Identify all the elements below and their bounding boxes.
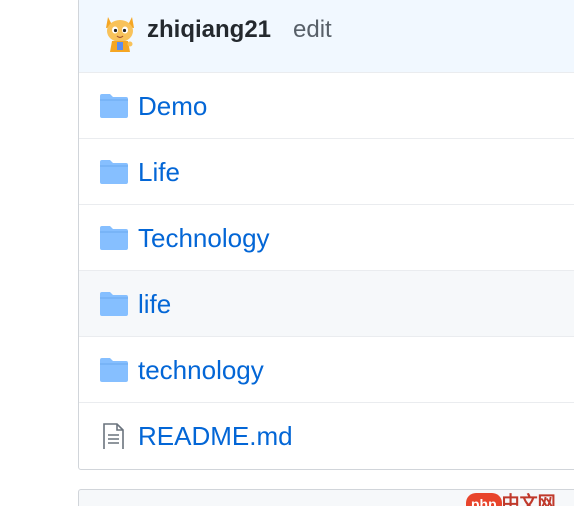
file-listing: zhiqiang21 edit Demo Life Technology lif… [78,0,574,470]
file-row-demo[interactable]: Demo [79,72,574,138]
folder-icon [100,358,128,382]
site-watermark: php 中文网 [466,492,574,506]
file-name-link[interactable]: README.md [138,420,293,452]
folder-icon [100,292,128,316]
file-row-technology[interactable]: Technology [79,204,574,270]
page: zhiqiang21 edit Demo Life Technology lif… [0,0,574,506]
file-name-link[interactable]: Life [138,156,180,188]
file-name-link[interactable]: life [138,288,171,320]
file-row-life[interactable]: Life [79,138,574,204]
cat-avatar-icon[interactable] [103,13,137,53]
watermark-text: 中文网 [501,493,556,506]
file-name-link[interactable]: technology [138,354,264,386]
file-name-link[interactable]: Technology [138,222,270,254]
commit-message-link[interactable]: edit [293,15,332,45]
file-row-life-lowercase[interactable]: life [79,270,574,336]
file-name-link[interactable]: Demo [138,90,207,122]
folder-icon [100,226,128,250]
file-text-icon [103,423,124,449]
folder-icon [100,94,128,118]
folder-icon [100,160,128,184]
commit-author-link[interactable]: zhiqiang21 [147,15,271,45]
file-row-technology-lowercase[interactable]: technology [79,336,574,402]
watermark-badge: php [466,493,502,506]
latest-commit-bar: zhiqiang21 edit [79,0,574,73]
file-row-readme[interactable]: README.md [79,402,574,468]
